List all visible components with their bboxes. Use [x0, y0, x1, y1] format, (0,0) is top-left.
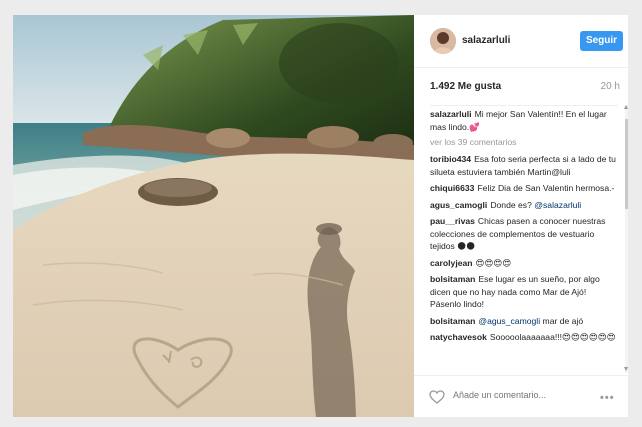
comment-username[interactable]: natychavesok	[430, 332, 487, 342]
view-all-comments-link[interactable]: ver los 39 comentarios	[430, 137, 618, 148]
comment-username[interactable]: pau__rivas	[430, 216, 475, 226]
likes-count[interactable]: 1.492 Me gusta	[430, 81, 501, 92]
heart-icon[interactable]	[429, 390, 445, 404]
caption: salazarluli Mi mejor San Valentín!! En el…	[430, 108, 618, 133]
follow-button[interactable]: Seguir	[580, 31, 623, 51]
comment-text: Donde es?	[490, 199, 532, 210]
post-photo[interactable]	[13, 15, 414, 417]
comment-item: bolsitaman @agus_camogli mar de ajó	[430, 315, 618, 328]
comment-item: chiqui6633 Feliz Dia de San Valentin herm…	[430, 182, 618, 195]
post-sidebar: salazarluli Seguir 1.492 Me gusta 20 h s…	[414, 15, 628, 417]
avatar-photo-icon	[430, 28, 456, 54]
comment-mention[interactable]: @salazarluli	[534, 200, 581, 210]
comment-item: pau__rivas Chicas pasen a conocer nuestra…	[430, 215, 618, 253]
comment-text: mar de ajó	[542, 315, 584, 326]
header-username[interactable]: salazarluli	[462, 35, 510, 46]
scroll-down-arrow-icon[interactable]	[624, 367, 628, 371]
add-comment-input[interactable]	[453, 390, 573, 400]
scroll-up-arrow-icon[interactable]	[624, 105, 628, 109]
comment-username[interactable]: chiqui6633	[430, 183, 474, 193]
ellipsis-icon[interactable]: •••	[600, 392, 615, 404]
comment-item: carolyjean 😍😍😍😍	[430, 257, 618, 270]
comments-list: salazarluli Mi mejor San Valentín!! En el…	[430, 105, 618, 376]
comment-username[interactable]: bolsitaman	[430, 274, 475, 284]
scrollbar-thumb[interactable]	[625, 119, 628, 209]
comment-text: Sooooolaaaaaaa!!!😍😍😍😍😍😍	[489, 332, 616, 342]
comment-footer: •••	[414, 375, 628, 418]
comment-username[interactable]: toribio434	[430, 154, 471, 164]
post-header: salazarluli Seguir	[414, 15, 628, 68]
post-time[interactable]: 20 h	[601, 81, 620, 92]
comment-item: toribio434 Esa foto seria perfecta si a l…	[430, 153, 618, 178]
comment-username[interactable]: agus_camogli	[430, 200, 487, 210]
comment-username[interactable]: bolsitaman	[430, 316, 475, 326]
caption-username[interactable]: salazarluli	[430, 109, 472, 119]
comments-scrollbar[interactable]	[625, 105, 628, 373]
comment-username[interactable]: carolyjean	[430, 258, 473, 268]
post-card: salazarluli Seguir 1.492 Me gusta 20 h s…	[13, 15, 628, 417]
avatar[interactable]	[430, 28, 456, 54]
comment-mention[interactable]: @agus_camogli	[478, 316, 540, 326]
comment-item: agus_camogli Donde es? @salazarluli	[430, 199, 618, 212]
comment-text: 😍😍😍😍	[475, 257, 512, 268]
beach-photo-image	[13, 15, 414, 417]
comment-item: bolsitaman Ese lugar es un sueño, por alg…	[430, 273, 618, 311]
comment-text: Feliz Dia de San Valentin hermosa.-	[477, 183, 615, 193]
comment-item: natychavesok Sooooolaaaaaaa!!!😍😍😍😍😍😍	[430, 331, 618, 344]
